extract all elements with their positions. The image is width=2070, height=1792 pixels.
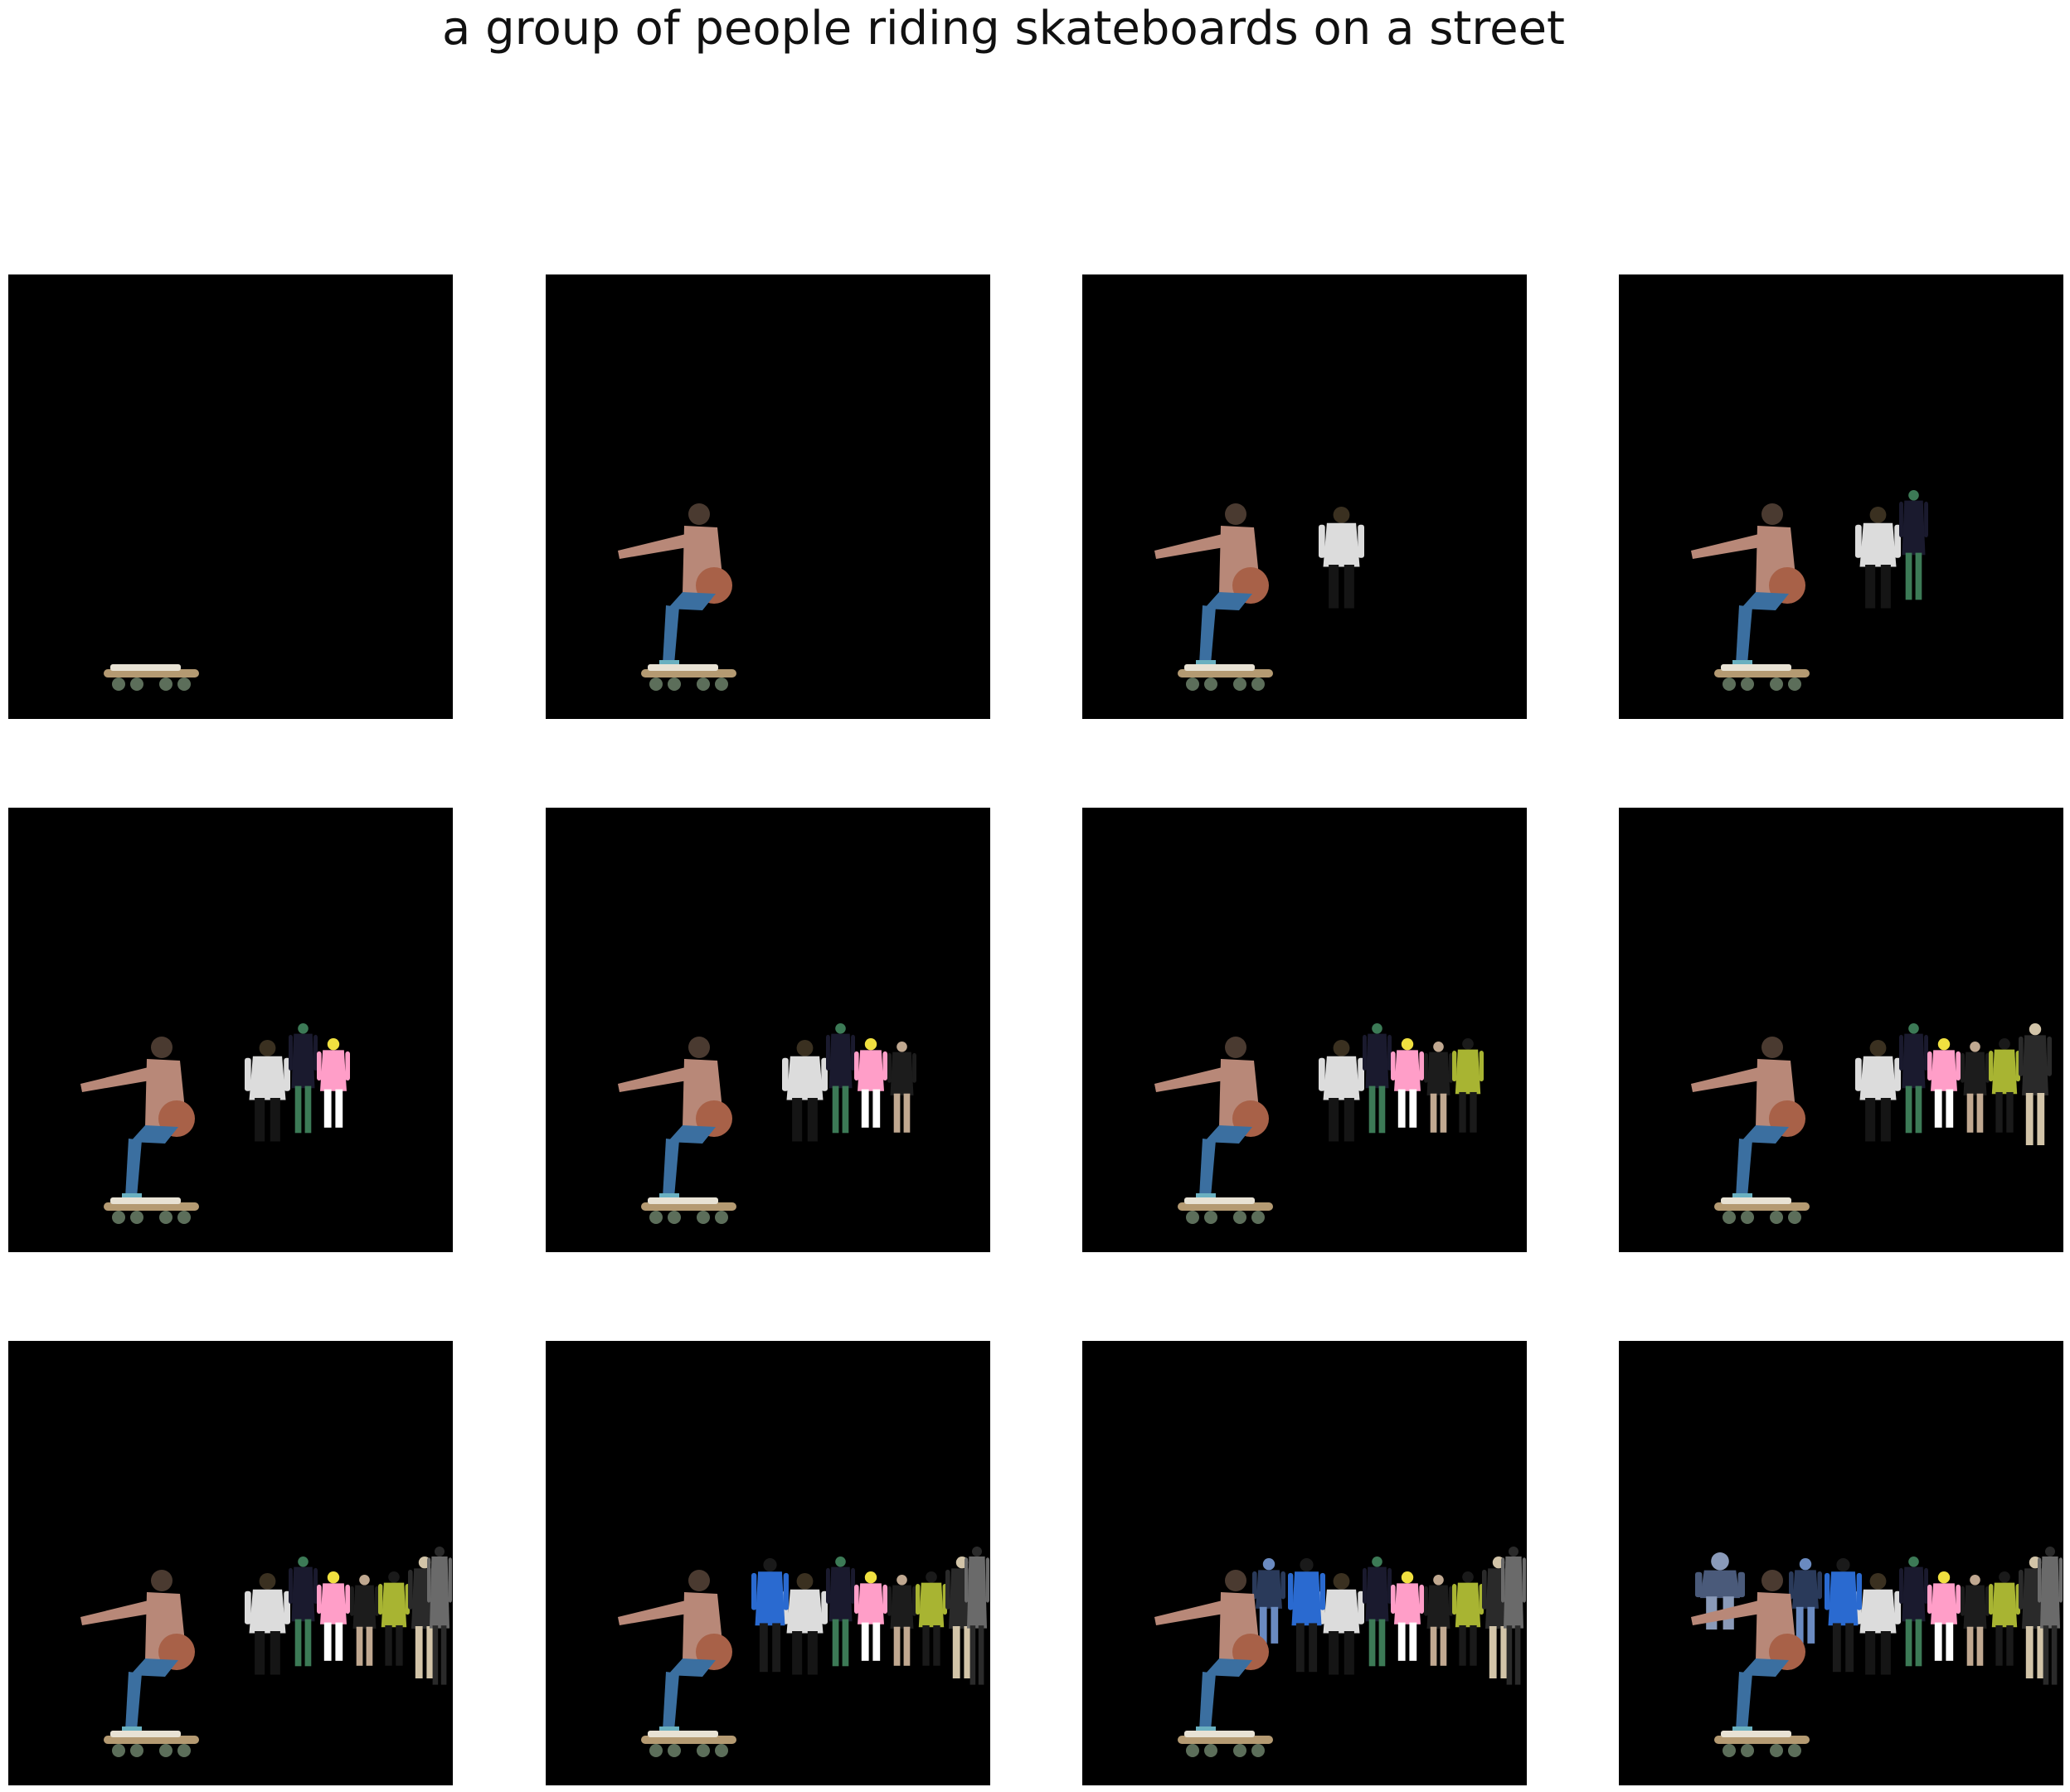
crouching-skater-cutout (618, 1037, 732, 1202)
person-green-jacket-cutout (1452, 1038, 1484, 1133)
person-black-jacket-cutout (1424, 1042, 1453, 1133)
person-dark-outfit-cutout (1363, 1023, 1392, 1134)
frame-1 (8, 274, 453, 719)
skateboard-cutout (1714, 664, 1810, 691)
person-white-shirt-cutout (245, 1573, 290, 1675)
person-pink-yellow-cutout (317, 1038, 350, 1128)
skateboard-cutout (641, 1197, 736, 1224)
frame-12 (1619, 1341, 2063, 1785)
crouching-skater-cutout (618, 503, 732, 668)
person-black-jacket-cutout (887, 1042, 916, 1133)
skateboard-cutout (641, 1731, 736, 1757)
frame-4 (1619, 274, 2063, 719)
person-green-jacket-cutout (916, 1571, 947, 1666)
person-white-shirt-cutout (1855, 507, 1901, 609)
person-dark-outfit-cutout (1899, 1023, 1928, 1134)
person-pink-yellow-cutout (317, 1571, 350, 1661)
person-dark-outfit-cutout (289, 1023, 318, 1134)
crouching-skater-cutout (80, 1037, 195, 1202)
skateboard-cutout (1714, 1731, 1810, 1757)
person-white-shirt-cutout (1855, 1040, 1901, 1142)
person-blue-dress-cutout (751, 1558, 789, 1673)
skateboard-cutout (1178, 664, 1273, 691)
person-pink-yellow-cutout (1927, 1571, 1961, 1661)
person-green-jacket-cutout (1989, 1571, 2020, 1666)
person-black-jacket-cutout (1961, 1042, 1990, 1133)
person-white-shirt-cutout (782, 1573, 828, 1675)
person-pink-yellow-cutout (854, 1571, 887, 1661)
frame-6 (546, 808, 990, 1252)
person-white-shirt-cutout (1319, 1573, 1364, 1675)
person-dark-outfit-cutout (1899, 490, 1928, 600)
person-green-jacket-cutout (1989, 1038, 2020, 1133)
frame-2 (546, 274, 990, 719)
crouching-skater-cutout (618, 1570, 732, 1735)
frame-8 (1619, 808, 2063, 1252)
person-dark-outfit-cutout (1363, 1556, 1392, 1667)
crouching-skater-cutout (1691, 503, 1805, 668)
frame-9 (8, 1341, 453, 1785)
frame-3 (1082, 274, 1527, 719)
skateboard-cutout (1178, 1197, 1273, 1224)
person-white-shirt-cutout (1319, 1040, 1364, 1142)
skateboard-cutout (104, 664, 199, 691)
skateboard-cutout (104, 1197, 199, 1224)
crouching-skater-cutout (80, 1570, 195, 1735)
person-white-shirt-cutout (1855, 1573, 1901, 1675)
skateboard-cutout (1714, 1197, 1810, 1224)
person-pink-yellow-cutout (1391, 1038, 1424, 1128)
crouching-skater-cutout (1154, 503, 1269, 668)
person-pink-yellow-cutout (854, 1038, 887, 1128)
figure-title: a group of people riding skateboards on … (442, 2, 1565, 56)
person-black-jacket-cutout (887, 1575, 916, 1666)
frame-7 (1082, 808, 1527, 1252)
person-pink-yellow-cutout (1927, 1038, 1961, 1128)
person-black-jacket-cutout (350, 1575, 379, 1666)
skateboard-cutout (104, 1731, 199, 1757)
person-white-shirt-cutout (1319, 507, 1364, 609)
frame-5 (8, 808, 453, 1252)
person-pink-yellow-cutout (1391, 1571, 1424, 1661)
person-black-jacket-cutout (1424, 1575, 1453, 1666)
person-dark-outfit-cutout (826, 1023, 855, 1134)
crouching-skater-cutout (1154, 1037, 1269, 1202)
person-blue-dress-cutout (1288, 1558, 1325, 1673)
person-blue-dress-cutout (1825, 1558, 1862, 1673)
person-dark-outfit-cutout (289, 1556, 318, 1667)
crouching-skater-cutout (1691, 1037, 1805, 1202)
person-white-shirt-cutout (245, 1040, 290, 1142)
frame-11 (1082, 1341, 1527, 1785)
person-black-jacket-cutout (1961, 1575, 1990, 1666)
skateboard-cutout (1178, 1731, 1273, 1757)
person-white-shirt-cutout (782, 1040, 828, 1142)
skateboard-cutout (641, 664, 736, 691)
person-dark-outfit-cutout (1899, 1556, 1928, 1667)
person-green-jacket-cutout (1452, 1571, 1484, 1666)
person-beige-pants-cutout (2019, 1023, 2052, 1145)
person-dark-outfit-cutout (826, 1556, 855, 1667)
frame-10 (546, 1341, 990, 1785)
person-green-jacket-cutout (378, 1571, 410, 1666)
crouching-skater-cutout (1154, 1570, 1269, 1735)
